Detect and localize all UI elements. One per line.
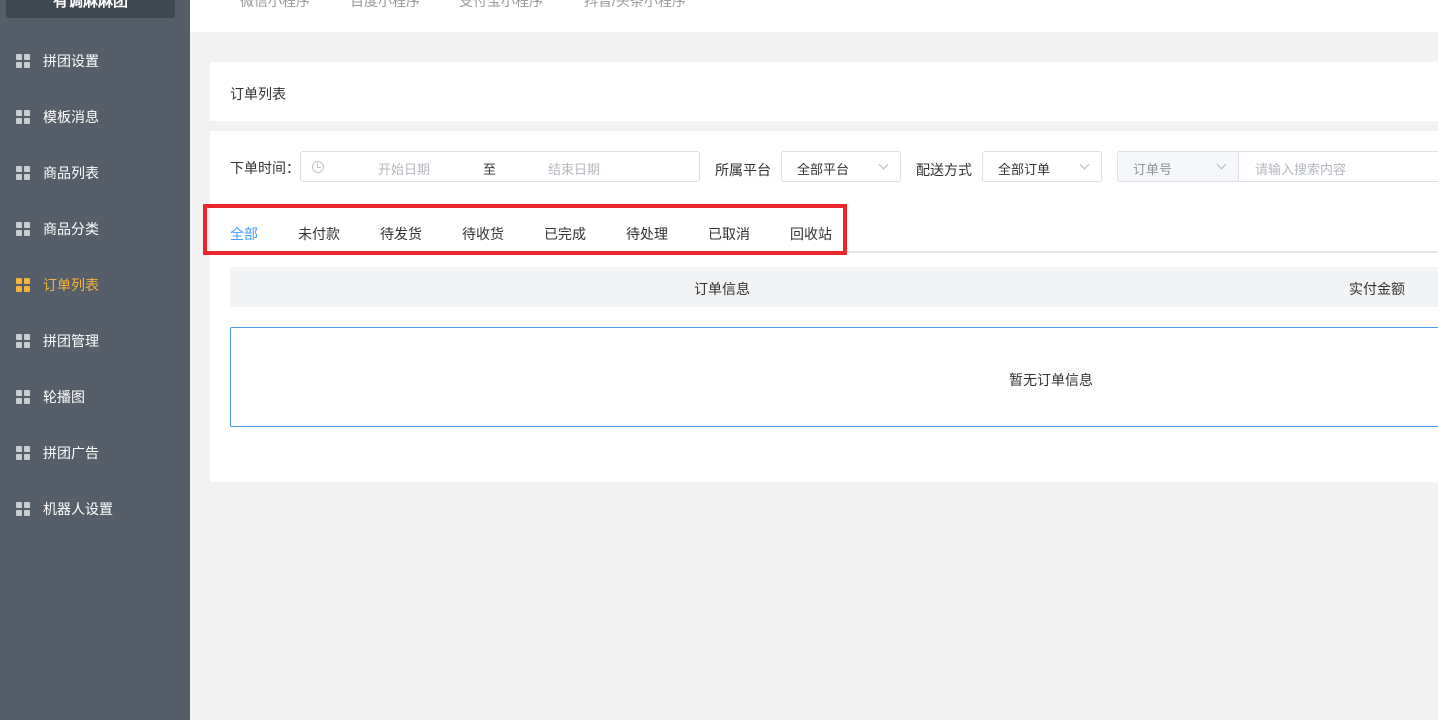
delivery-label: 配送方式 [916, 162, 972, 178]
delivery-select-value: 全部订单 [998, 162, 1051, 177]
sidebar-item-label: 拼团管理 [43, 333, 99, 349]
chevron-down-icon [1079, 159, 1090, 170]
order-time-label: 下单时间： [230, 160, 300, 176]
sidebar-item-product-categories[interactable]: 商品分类 [0, 201, 190, 257]
sidebar-item-product-list[interactable]: 商品列表 [0, 145, 190, 201]
table-header: 订单信息 实付金额 [230, 267, 1438, 307]
sidebar-item-label: 商品列表 [43, 165, 99, 181]
sidebar-item-label: 商品分类 [43, 221, 99, 237]
tab-douyin-miniprogram[interactable]: 抖音/头条小程序 [584, 0, 686, 11]
order-list-panel: 下单时间： 开始日期 至 结束日期 所属平台 全部平台 配送方式 全部订单 订单… [210, 131, 1438, 482]
grid-icon [16, 390, 30, 404]
sidebar-item-group-settings[interactable]: 拼团设置 [0, 33, 190, 89]
chevron-down-icon [1216, 159, 1227, 170]
sidebar-item-template-messages[interactable]: 模板消息 [0, 89, 190, 145]
tab-to-receive[interactable]: 待收货 [462, 224, 504, 244]
search-field-select[interactable]: 订单号 [1117, 151, 1238, 182]
tab-wechat-miniprogram[interactable]: 微信小程序 [240, 0, 310, 11]
sidebar-item-label: 机器人设置 [43, 501, 113, 517]
search-input-placeholder: 请输入搜索内容 [1255, 162, 1347, 177]
sidebar-item-label: 拼团广告 [43, 445, 99, 461]
search-input[interactable]: 请输入搜索内容 [1238, 151, 1438, 182]
grid-icon [16, 166, 30, 180]
empty-state: 暂无订单信息 [230, 327, 1438, 427]
platform-select[interactable]: 全部平台 [781, 151, 901, 182]
tab-pending[interactable]: 待处理 [626, 224, 668, 244]
delivery-select[interactable]: 全部订单 [982, 151, 1102, 182]
sidebar-item-label: 模板消息 [43, 109, 99, 125]
date-range-picker[interactable]: 开始日期 至 结束日期 [300, 151, 700, 182]
tab-completed[interactable]: 已完成 [544, 224, 586, 244]
tab-all[interactable]: 全部 [230, 224, 258, 244]
tab-to-ship[interactable]: 待发货 [380, 224, 422, 244]
sidebar-item-carousel[interactable]: 轮播图 [0, 369, 190, 425]
grid-icon [16, 54, 30, 68]
tab-baidu-miniprogram[interactable]: 百度小程序 [350, 0, 420, 11]
date-range-separator: 至 [483, 162, 497, 177]
sidebar: 有调麻麻团 拼团设置 模板消息 商品列表 商品分类 订单列表 拼团管理 轮播图 … [0, 0, 190, 720]
tab-alipay-miniprogram[interactable]: 支付宝小程序 [459, 0, 543, 11]
brand-logo: 有调麻麻团 [6, 0, 175, 18]
sidebar-item-group-management[interactable]: 拼团管理 [0, 313, 190, 369]
search-field-value: 订单号 [1133, 162, 1173, 177]
grid-icon [16, 222, 30, 236]
column-paid-amount: 实付金额 [1349, 281, 1405, 297]
platform-select-value: 全部平台 [797, 162, 850, 177]
order-status-tabs: 全部 未付款 待发货 待收货 已完成 待处理 已取消 回收站 [210, 211, 1438, 253]
tab-cancelled[interactable]: 已取消 [708, 224, 750, 244]
start-date-input[interactable]: 开始日期 [378, 159, 430, 178]
end-date-input[interactable]: 结束日期 [548, 159, 600, 178]
sidebar-item-label: 轮播图 [43, 389, 85, 405]
column-order-info: 订单信息 [694, 281, 750, 297]
platform-tabs-bar: 微信小程序 百度小程序 支付宝小程序 抖音/头条小程序 [190, 0, 1438, 32]
page-title-card: 订单列表 [210, 62, 1438, 121]
sidebar-item-robot-settings[interactable]: 机器人设置 [0, 481, 190, 537]
tab-unpaid[interactable]: 未付款 [298, 224, 340, 244]
grid-icon [16, 278, 30, 292]
tab-recycle-bin[interactable]: 回收站 [790, 224, 832, 244]
empty-state-text: 暂无订单信息 [1009, 372, 1093, 388]
grid-icon [16, 502, 30, 516]
chevron-down-icon [878, 159, 889, 170]
grid-icon [16, 110, 30, 124]
sidebar-item-label: 拼团设置 [43, 53, 99, 69]
sidebar-item-group-ads[interactable]: 拼团广告 [0, 425, 190, 481]
grid-icon [16, 446, 30, 460]
sidebar-item-order-list[interactable]: 订单列表 [0, 257, 190, 313]
clock-icon [312, 161, 324, 173]
page-title: 订单列表 [230, 86, 286, 102]
grid-icon [16, 334, 30, 348]
sidebar-item-label: 订单列表 [43, 277, 99, 293]
platform-label: 所属平台 [715, 162, 771, 178]
